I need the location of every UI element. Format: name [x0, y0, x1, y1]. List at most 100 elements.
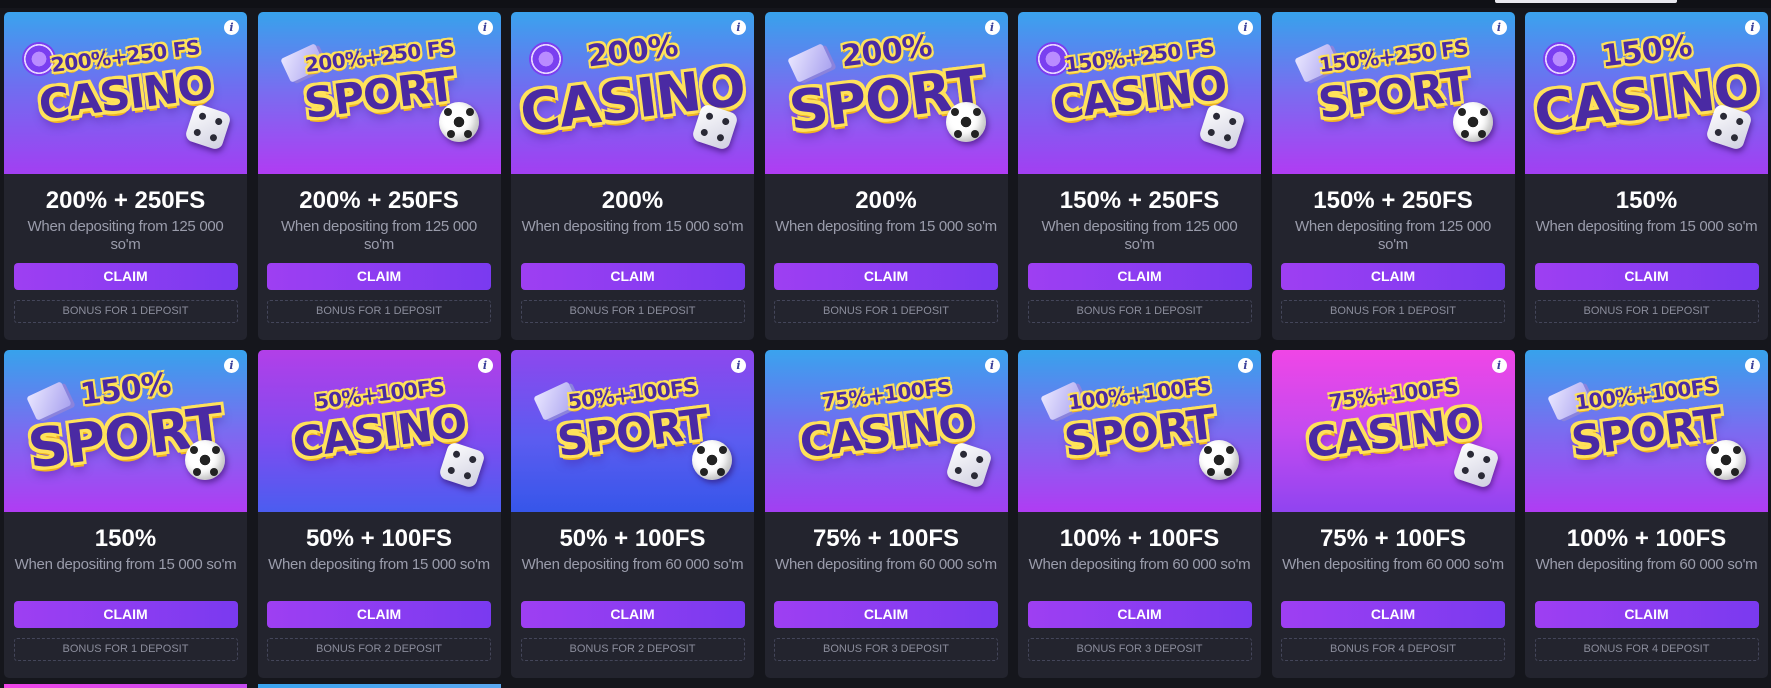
bonus-banner[interactable]: 150% CASINO i	[1525, 12, 1768, 174]
bonus-deposit-tag: BONUS FOR 1 DEPOSIT	[520, 300, 745, 323]
bonus-deposit-tag: BONUS FOR 1 DEPOSIT	[1281, 300, 1505, 323]
bonus-deposit-tag: BONUS FOR 2 DEPOSIT	[520, 638, 745, 661]
bonus-amount: 200%	[601, 187, 664, 214]
bonus-banner[interactable]: 75%+100FS CASINO i	[764, 350, 1008, 512]
claim-button[interactable]: CLAIM	[1534, 601, 1759, 628]
bonus-banner[interactable]: 200%+250 FS CASINO i	[4, 12, 247, 174]
info-icon[interactable]: i	[984, 358, 1000, 373]
bonus-banner[interactable]: 50%+100FS SPORT i	[511, 350, 754, 512]
bonus-deposit-tag: BONUS FOR 3 DEPOSIT	[1027, 638, 1252, 661]
bonus-banner[interactable]: 200%+250 FS SPORT i	[257, 12, 501, 174]
claim-button[interactable]: CLAIM	[267, 601, 491, 628]
bonus-card: 50%+100FS CASINO i 50% + 100FS When depositi…	[257, 350, 501, 678]
info-icon[interactable]: i	[984, 20, 1000, 35]
soccer-ball-icon	[438, 102, 479, 142]
claim-button[interactable]: CLAIM	[774, 601, 998, 628]
bonus-banner[interactable]: 200% SPORT i	[764, 12, 1008, 174]
claim-button[interactable]: CLAIM	[13, 601, 238, 628]
bonus-banner[interactable]: 150% SPORT i	[4, 350, 247, 512]
bonus-card-body: 100% + 100FS When depositing from 60 000 …	[1018, 524, 1261, 661]
bonus-banner[interactable]: 200% CASINO i	[511, 12, 754, 174]
top-bar	[0, 0, 1771, 8]
info-icon[interactable]: i	[1491, 20, 1507, 35]
bonus-card: 150% CASINO i 150% When depositing from 15 0…	[1525, 12, 1768, 340]
bonus-banner[interactable]: 100%+100FS SPORT i	[1018, 350, 1261, 512]
bonus-card-body: 200% + 250FS When depositing from 125 000…	[258, 186, 501, 323]
info-icon[interactable]: i	[731, 358, 746, 373]
bonus-banner[interactable]: 150%+250 FS CASINO i	[1018, 12, 1261, 174]
bonus-card-body: 150% + 250FS When depositing from 125 000…	[1272, 186, 1515, 323]
bonus-card-body: 150% When depositing from 15 000 so'm CLAI…	[1525, 186, 1768, 323]
bonus-card: 150% SPORT i 150% When depositing from 15 00…	[4, 350, 247, 678]
bonus-description: When depositing from 125 000 so'm	[1295, 218, 1491, 253]
bonus-card-body: 150% + 250FS When depositing from 125 000…	[1018, 186, 1261, 323]
info-icon[interactable]: i	[224, 20, 239, 35]
bonus-amount: 200% + 250FS	[45, 187, 206, 214]
info-icon[interactable]: i	[477, 358, 493, 373]
bonus-banner[interactable]: 50%+100FS CASINO i	[257, 350, 501, 512]
bonus-amount: 100% + 100FS	[1566, 525, 1727, 552]
bonus-description: When depositing from 125 000 so'm	[1041, 218, 1238, 253]
claim-button[interactable]: CLAIM	[520, 263, 745, 290]
bonus-amount: 50% + 100FS	[305, 525, 453, 552]
bonus-card-body: 200% When depositing from 15 000 so'm CLAI…	[765, 186, 1008, 323]
bonus-grid: 200%+250 FS CASINO i 200% + 250FS When depos…	[4, 12, 1768, 678]
info-icon[interactable]: i	[1745, 20, 1760, 35]
info-icon[interactable]: i	[477, 20, 493, 35]
bonus-deposit-tag: BONUS FOR 3 DEPOSIT	[774, 638, 998, 661]
bonus-card-body: 75% + 100FS When depositing from 60 000 s…	[765, 524, 1008, 661]
bonus-amount: 75% + 100FS	[812, 525, 960, 552]
bonus-description: When depositing from 15 000 so'm	[521, 218, 744, 235]
bonus-deposit-tag: BONUS FOR 1 DEPOSIT	[267, 300, 491, 323]
bonus-deposit-tag: BONUS FOR 4 DEPOSIT	[1281, 638, 1505, 661]
bonus-amount: 150% + 250FS	[1313, 187, 1473, 214]
bonus-deposit-tag: BONUS FOR 2 DEPOSIT	[267, 638, 491, 661]
claim-button[interactable]: CLAIM	[1281, 263, 1505, 290]
claim-button[interactable]: CLAIM	[13, 263, 238, 290]
bonus-banner[interactable]: 75%+100FS CASINO i	[1271, 350, 1515, 512]
bonus-card: 100%+100FS SPORT i 100% + 100FS When deposit…	[1018, 350, 1261, 678]
claim-button[interactable]: CLAIM	[774, 263, 998, 290]
bonus-deposit-tag: BONUS FOR 1 DEPOSIT	[13, 638, 238, 661]
bonus-description: When depositing from 60 000 so'm	[775, 556, 997, 573]
bonus-card: 75%+100FS CASINO i 75% + 100FS When depositi…	[764, 350, 1008, 678]
bonus-description: When depositing from 60 000 so'm	[521, 556, 744, 573]
bonus-amount: 150%	[94, 525, 157, 552]
bonus-description: When depositing from 15 000 so'm	[775, 218, 997, 235]
claim-button[interactable]: CLAIM	[1534, 263, 1759, 290]
bonus-description: When depositing from 15 000 so'm	[268, 556, 490, 573]
top-bar-active-indicator	[1495, 0, 1677, 3]
bonus-amount: 150%	[1615, 187, 1678, 214]
claim-button[interactable]: CLAIM	[520, 601, 745, 628]
bonus-amount: 150% + 250FS	[1059, 187, 1220, 214]
info-icon[interactable]: i	[1238, 20, 1253, 35]
bonus-card: 50%+100FS SPORT i 50% + 100FS When depositin…	[511, 350, 754, 678]
info-icon[interactable]: i	[731, 20, 746, 35]
claim-button[interactable]: CLAIM	[1281, 601, 1505, 628]
bonus-card: 200%+250 FS CASINO i 200% + 250FS When depos…	[4, 12, 247, 340]
bonus-description: When depositing from 60 000 so'm	[1282, 556, 1504, 573]
info-icon[interactable]: i	[1238, 358, 1253, 373]
bonus-card: 150%+250 FS SPORT i 150% + 250FS When deposi…	[1271, 12, 1515, 340]
bonus-description: When depositing from 125 000 so'm	[281, 218, 477, 253]
claim-button[interactable]: CLAIM	[1027, 263, 1252, 290]
bonus-amount: 200%	[855, 187, 917, 214]
info-icon[interactable]: i	[1745, 358, 1760, 373]
bonus-amount: 200% + 250FS	[299, 187, 459, 214]
bonus-amount: 75% + 100FS	[1319, 525, 1467, 552]
soccer-ball-icon	[1452, 102, 1493, 142]
bonus-banner[interactable]: 100%+100FS SPORT i	[1525, 350, 1768, 512]
bonus-description: When depositing from 60 000 so'm	[1028, 556, 1251, 573]
soccer-ball-icon	[1199, 440, 1239, 480]
bonus-card: 200% SPORT i 200% When depositing from 15 00…	[764, 12, 1008, 340]
info-icon[interactable]: i	[1491, 358, 1507, 373]
claim-button[interactable]: CLAIM	[267, 263, 491, 290]
next-row-card-edge	[4, 684, 247, 688]
bonus-card-body: 75% + 100FS When depositing from 60 000 s…	[1272, 524, 1515, 661]
info-icon[interactable]: i	[224, 358, 239, 373]
claim-button[interactable]: CLAIM	[1027, 601, 1252, 628]
bonus-banner[interactable]: 150%+250 FS SPORT i	[1271, 12, 1515, 174]
bonus-deposit-tag: BONUS FOR 1 DEPOSIT	[774, 300, 998, 323]
bonus-card: 200% CASINO i 200% When depositing from 15 0…	[511, 12, 754, 340]
bonus-card: 100%+100FS SPORT i 100% + 100FS When deposit…	[1525, 350, 1768, 678]
